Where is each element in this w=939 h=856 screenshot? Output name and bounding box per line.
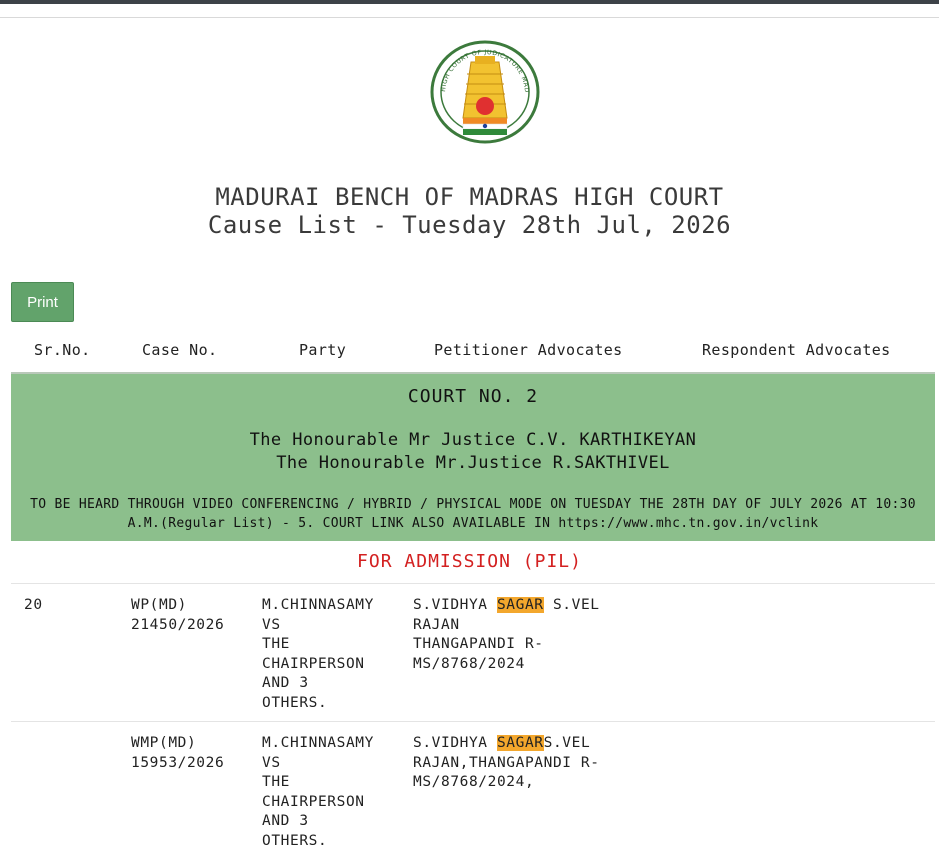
high-court-emblem-icon: HIGH COURT OF JUDICATURE MADRAS: [429, 40, 540, 144]
column-header-party: Party: [299, 341, 347, 359]
case-type: WP(MD): [131, 597, 187, 613]
case-number: 21450/2026: [131, 616, 225, 633]
case-no-cell[interactable]: WP(MD) 21450/2026: [131, 596, 246, 635]
petitioner-advocates-cell: S.VIDHYA SAGARS.VEL RAJAN,THANGAPANDI R-…: [413, 734, 643, 793]
column-header-sr-no: Sr.No.: [34, 341, 91, 359]
row-divider: [11, 721, 935, 722]
party-line: AND 3: [262, 675, 309, 691]
column-header-case-no: Case No.: [142, 341, 218, 359]
advocate-line: THANGAPANDI R-: [413, 636, 544, 652]
search-highlight: SAGAR: [496, 597, 544, 613]
row-divider: [11, 583, 935, 584]
case-number: 15953/2026: [131, 754, 225, 771]
browser-top-bar: [0, 0, 939, 4]
party-line: CHAIRPERSON: [262, 655, 365, 672]
advocate-name: S.VEL: [543, 597, 600, 613]
case-type: WMP(MD): [131, 735, 197, 751]
advocate-name: S.VIDHYA: [413, 597, 497, 613]
party-line: THE: [262, 636, 290, 652]
court-name: MADURAI BENCH OF MADRAS HIGH COURT: [215, 183, 724, 211]
party-line: THE: [262, 774, 290, 790]
column-header-petitioner-advocates: Petitioner Advocates: [434, 341, 623, 359]
column-header-respondent-advocates: Respondent Advocates: [702, 341, 891, 359]
advocate-line: MS/8768/2024,: [413, 774, 535, 790]
print-button[interactable]: Print: [11, 282, 74, 322]
advocate-line: RAJAN: [413, 616, 460, 633]
party-line: OTHERS.: [262, 832, 328, 849]
top-divider: [0, 17, 939, 18]
party-line: VS: [262, 616, 281, 633]
search-highlight: SAGAR: [496, 735, 544, 751]
petitioner-advocates-cell: S.VIDHYA SAGAR S.VEL RAJAN THANGAPANDI R…: [413, 596, 643, 674]
court-number: COURT NO. 2: [407, 386, 539, 407]
cause-list-title: Cause List - Tuesday 28th Jul, 2026: [207, 211, 732, 239]
case-no-cell[interactable]: WMP(MD) 15953/2026: [131, 734, 246, 773]
advocate-line: RAJAN,THANGAPANDI R-: [413, 754, 600, 771]
party-cell: M.CHINNASAMY VS THE CHAIRPERSON AND 3 OT…: [262, 596, 397, 713]
party-line: AND 3: [262, 813, 309, 829]
advocate-name: S.VIDHYA: [413, 735, 497, 751]
party-line: OTHERS.: [262, 694, 328, 711]
sr-no-cell: 20: [24, 597, 43, 613]
judge-name-1: The Honourable Mr Justice C.V. KARTHIKEY…: [249, 430, 697, 450]
section-title: FOR ADMISSION (PIL): [357, 551, 582, 572]
party-line: M.CHINNASAMY: [262, 597, 374, 613]
advocate-name: S.VEL: [543, 735, 591, 751]
video-conference-note: TO BE HEARD THROUGH VIDEO CONFERENCING /…: [30, 497, 916, 531]
advocate-line: MS/8768/2024: [413, 655, 525, 672]
judge-name-2: The Honourable Mr.Justice R.SAKTHIVEL: [276, 453, 670, 473]
party-line: VS: [262, 754, 281, 771]
party-line: CHAIRPERSON: [262, 793, 365, 810]
party-cell: M.CHINNASAMY VS THE CHAIRPERSON AND 3 OT…: [262, 734, 397, 851]
court-info-block: COURT NO. 2 The Honourable Mr Justice C.…: [11, 372, 935, 541]
party-line: M.CHINNASAMY: [262, 735, 374, 751]
